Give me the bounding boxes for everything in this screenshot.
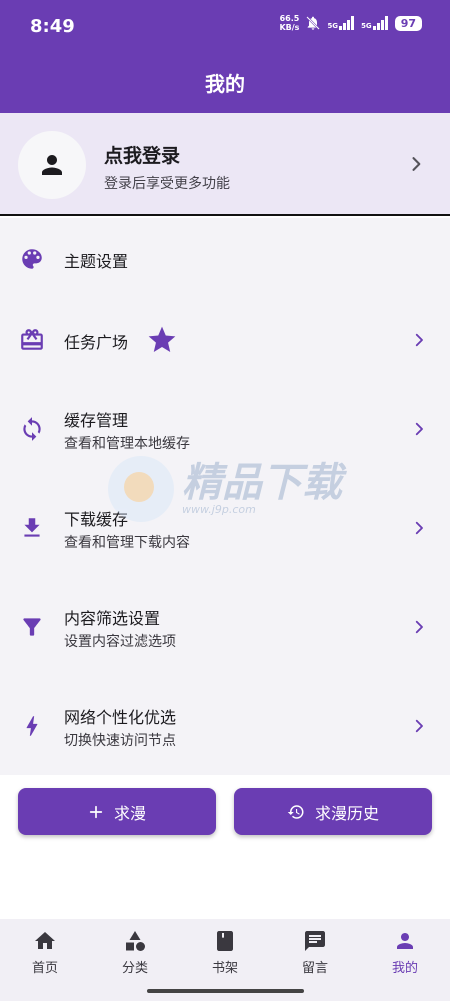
menu-item-task-plaza[interactable]: 任务广场 xyxy=(0,294,450,384)
star-icon xyxy=(148,326,176,352)
status-icons: 66.5 KB/s 5G 5G 97 xyxy=(279,14,422,32)
plus-icon xyxy=(89,805,103,818)
signal-bars-icon xyxy=(372,16,388,30)
nav-item-mine[interactable]: 我的 xyxy=(360,929,450,979)
bolt-icon xyxy=(18,712,46,740)
nav-label: 分类 xyxy=(121,961,148,976)
chevron-right-icon xyxy=(415,521,423,535)
home-icon xyxy=(35,932,55,949)
watermark-text: 精品下载 xyxy=(182,459,342,506)
menu-subtitle: 查看和管理下载内容 xyxy=(64,535,190,551)
nav-label: 书架 xyxy=(211,961,238,976)
menu-title: 内容筛选设置 xyxy=(64,609,161,628)
watermark-logo: 精品下载 www.j9p.com xyxy=(108,456,342,522)
menu-title: 缓存管理 xyxy=(64,411,129,430)
menu-title: 主题设置 xyxy=(64,252,129,271)
menu-title: 任务广场 xyxy=(64,333,129,352)
menu-subtitle: 切换快速访问节点 xyxy=(64,733,176,749)
request-history-button[interactable]: 求漫历史 xyxy=(234,788,432,835)
signal-1: 5G xyxy=(327,16,355,30)
menu-subtitle: 查看和管理本地缓存 xyxy=(64,436,190,452)
nav-item-bookshelf[interactable]: 书架 xyxy=(180,929,270,979)
request-button[interactable]: 求漫 xyxy=(18,788,216,835)
login-card[interactable]: 点我登录 登录后享受更多功能 xyxy=(0,113,450,216)
nav-label: 我的 xyxy=(391,961,418,976)
avatar[interactable] xyxy=(18,131,86,199)
signal-bars-icon xyxy=(339,16,355,30)
menu-item-network-optimization[interactable]: 网络个性化优选 切换快速访问节点 xyxy=(0,690,450,780)
category-icon xyxy=(126,931,145,951)
battery-indicator: 97 xyxy=(394,15,422,31)
person-icon xyxy=(397,933,413,949)
signal-2: 5G xyxy=(361,16,389,30)
chevron-right-icon xyxy=(412,157,421,171)
watermark-logo-mark xyxy=(108,456,174,522)
nav-item-home[interactable]: 首页 xyxy=(0,929,90,979)
request-history-button-label: 求漫历史 xyxy=(314,803,379,823)
nav-label: 留言 xyxy=(301,961,328,976)
chevron-right-icon xyxy=(415,719,423,733)
app-bar: 我的 xyxy=(0,52,450,113)
status-time: 8:49 xyxy=(30,16,75,37)
chevron-right-icon xyxy=(415,422,423,436)
nav-item-category[interactable]: 分类 xyxy=(90,929,180,979)
filter-icon xyxy=(18,613,46,641)
palette-icon xyxy=(18,245,46,273)
request-button-label: 求漫 xyxy=(113,803,146,823)
login-title: 点我登录 xyxy=(104,145,181,167)
history-icon xyxy=(287,804,304,819)
sync-icon xyxy=(18,415,46,443)
chevron-right-icon xyxy=(415,333,423,347)
message-icon xyxy=(305,931,325,951)
login-subtitle: 登录后享受更多功能 xyxy=(104,176,230,192)
status-bar: 8:49 66.5 KB/s 5G 5G 97 xyxy=(0,0,450,52)
download-icon xyxy=(18,514,46,542)
menu-item-content-filter[interactable]: 内容筛选设置 设置内容过滤选项 xyxy=(0,591,450,681)
nav-item-messages[interactable]: 留言 xyxy=(270,929,360,979)
chevron-right-icon xyxy=(415,620,423,634)
home-indicator[interactable] xyxy=(147,989,304,993)
book-icon xyxy=(217,931,233,951)
menu-title: 网络个性化优选 xyxy=(64,708,177,727)
gift-icon xyxy=(18,326,46,354)
nav-label: 首页 xyxy=(31,961,58,976)
person-icon xyxy=(42,155,62,175)
bell-off-icon xyxy=(306,16,321,30)
page-title: 我的 xyxy=(205,72,245,96)
menu-subtitle: 设置内容过滤选项 xyxy=(64,634,176,650)
network-speed: 66.5 KB/s xyxy=(279,14,300,32)
